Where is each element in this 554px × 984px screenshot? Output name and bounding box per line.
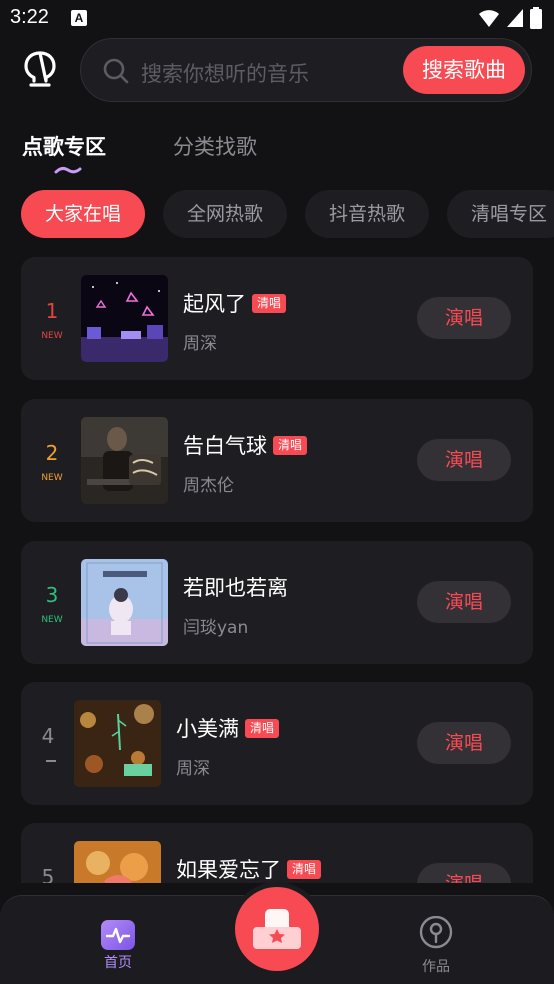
search-icon <box>103 58 129 84</box>
a-cappella-badge: 清唱 <box>273 435 308 455</box>
rank-new-tag: NEW <box>41 331 63 341</box>
filter-chips: 大家在唱 全网热歌 抖音热歌 清唱专区 <box>0 188 554 242</box>
song-card[interactable]: 5 如果爱忘了清唱 演唱 <box>21 823 533 883</box>
song-card[interactable]: 3 NEW 若即也若离 闫琰yan 演唱 <box>21 541 533 664</box>
song-title: 小美满 清唱 <box>176 713 280 743</box>
song-title-text: 若即也若离 <box>183 576 288 600</box>
works-icon <box>419 915 453 949</box>
album-cover <box>81 559 168 646</box>
status-icons <box>478 7 542 29</box>
sing-button[interactable]: 演唱 <box>417 581 511 623</box>
sing-center-button[interactable] <box>235 887 319 971</box>
artist-name: 闫琰yan <box>183 618 249 638</box>
album-cover <box>81 417 168 504</box>
artist-name: 周深 <box>183 334 217 354</box>
nav-home-label: 首页 <box>104 955 132 971</box>
song-card[interactable]: 2 NEW 告白气球 清唱 周杰伦 演唱 <box>21 399 533 522</box>
song-title: 如果爱忘了 清唱 <box>176 854 322 883</box>
chip-hot-songs[interactable]: 全网热歌 <box>163 190 287 238</box>
chip-everyone-singing[interactable]: 大家在唱 <box>21 190 145 238</box>
rank-number: 5 <box>41 865 55 883</box>
rank-number: 4 <box>41 724 55 748</box>
signal-icon <box>507 9 523 27</box>
album-cover <box>81 275 168 362</box>
album-cover <box>74 700 161 787</box>
song-title-text: 告白气球 <box>183 434 267 458</box>
song-card[interactable]: 4 小美满 清唱 周深 演唱 <box>21 682 533 805</box>
sing-button[interactable]: 演唱 <box>417 863 511 883</box>
wifi-icon <box>479 10 499 27</box>
notification-icon: A <box>71 10 87 26</box>
song-card[interactable]: 1 NEW 起风了 清唱 周深 演唱 <box>21 257 533 380</box>
nav-works-label: 作品 <box>422 959 450 975</box>
song-title-text: 起风了 <box>183 292 246 316</box>
song-title: 告白气球 清唱 <box>183 430 308 460</box>
sing-button[interactable]: 演唱 <box>417 439 511 481</box>
status-time: 3:22 <box>10 6 49 28</box>
home-pulse-icon <box>101 920 135 950</box>
album-cover <box>74 841 161 883</box>
sing-button[interactable]: 演唱 <box>417 722 511 764</box>
tab-indicator <box>54 166 82 174</box>
search-button[interactable]: 搜索歌曲 <box>403 46 525 94</box>
rank-number: 3 <box>45 583 59 607</box>
nav-works[interactable]: 作品 <box>416 915 456 976</box>
rank-unchanged-dash <box>46 760 56 762</box>
song-list: 1 NEW 起风了 清唱 周深 演唱 2 NEW 告白气球 清唱 周杰伦 演唱 … <box>0 257 554 883</box>
profile-icon[interactable] <box>22 50 58 88</box>
status-bar: 3:22 A <box>0 0 554 36</box>
song-title-text: 小美满 <box>176 717 239 741</box>
rank-number: 1 <box>45 299 59 323</box>
chip-douyin-hot[interactable]: 抖音热歌 <box>305 190 429 238</box>
search-bar[interactable]: 搜索你想听的音乐 搜索歌曲 <box>80 38 532 102</box>
artist-name: 周杰伦 <box>183 476 234 496</box>
a-cappella-badge: 清唱 <box>245 718 280 738</box>
rank-number: 2 <box>45 441 59 465</box>
tab-find-by-category[interactable]: 分类找歌 <box>173 131 257 161</box>
nav-home[interactable]: 首页 <box>98 920 138 972</box>
microphone-card-icon <box>253 909 301 949</box>
a-cappella-badge: 清唱 <box>287 859 322 879</box>
sing-button[interactable]: 演唱 <box>417 297 511 339</box>
battery-icon <box>530 7 542 29</box>
artist-name: 周深 <box>176 759 210 779</box>
song-title: 若即也若离 <box>183 572 288 602</box>
chip-a-cappella[interactable]: 清唱专区 <box>447 190 554 238</box>
song-title: 起风了 清唱 <box>183 288 287 318</box>
category-tabs: 点歌专区 分类找歌 <box>0 126 554 176</box>
song-title-text: 如果爱忘了 <box>176 858 281 882</box>
header: 搜索你想听的音乐 搜索歌曲 <box>0 36 554 104</box>
search-input[interactable]: 搜索你想听的音乐 <box>141 58 309 88</box>
tab-song-request[interactable]: 点歌专区 <box>22 131 106 161</box>
a-cappella-badge: 清唱 <box>252 293 287 313</box>
rank-new-tag: NEW <box>41 473 63 483</box>
rank-new-tag: NEW <box>41 615 63 625</box>
